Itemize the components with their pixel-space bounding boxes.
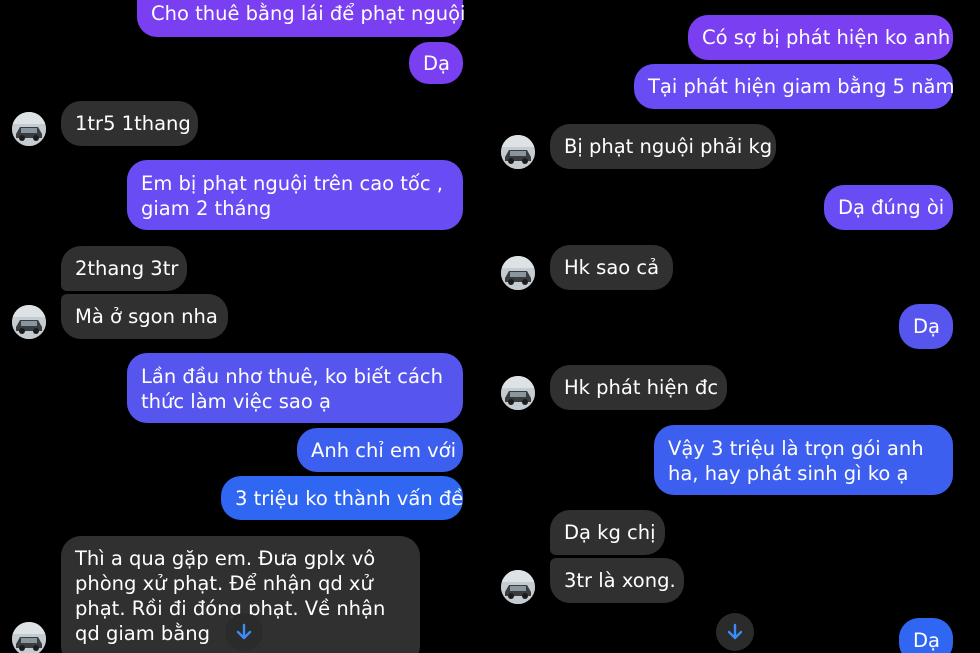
car-avatar-icon[interactable] <box>12 112 46 146</box>
car-avatar-icon[interactable] <box>12 305 46 339</box>
incoming-message[interactable]: 3tr là xong. <box>550 558 684 603</box>
message-text: Dạ <box>423 51 450 75</box>
message-text: Cho thuê bằng lái để phạt nguội <box>151 2 466 25</box>
outgoing-message[interactable]: Dạ đúng òi <box>824 185 953 230</box>
incoming-message[interactable]: 1tr5 1thang <box>61 101 198 146</box>
message-text: Có sợ bị phát hiện ko anh <box>702 26 951 49</box>
message-text: Hk sao cả <box>564 256 660 279</box>
outgoing-message[interactable]: Lần đầu nhơ thuê, ko biết cách thức làm … <box>127 353 463 423</box>
car-avatar-icon[interactable] <box>501 376 535 410</box>
message-text: Lần đầu nhơ thuê, ko biết cách thức làm … <box>141 365 443 413</box>
message-text: Dạ kg chị <box>564 521 656 544</box>
message-text: Anh chỉ em với <box>311 438 457 462</box>
message-text: Em bị phạt nguội trên cao tốc , giam 2 t… <box>141 172 443 220</box>
message-text: 3 triệu ko thành vấn đề <box>235 486 464 510</box>
arrow-down-icon <box>727 623 743 640</box>
outgoing-message[interactable]: Có sợ bị phát hiện ko anh <box>688 15 953 60</box>
scroll-to-bottom-button[interactable] <box>716 613 754 651</box>
outgoing-message[interactable]: Vậy 3 triệu là trọn gói anh ha, hay phát… <box>654 425 953 495</box>
car-avatar-icon[interactable] <box>501 256 535 290</box>
incoming-message[interactable]: 2thang 3tr <box>61 246 187 291</box>
message-text: Dạ <box>913 629 940 652</box>
message-text: Tại phát hiện giam bằng 5 năm <box>648 75 955 98</box>
outgoing-message[interactable]: Dạ <box>899 304 953 349</box>
message-text: Bị phạt nguội phải kg <box>564 135 773 158</box>
message-text: Dạ <box>913 315 940 338</box>
car-avatar-icon[interactable] <box>501 570 535 604</box>
outgoing-message[interactable]: Em bị phạt nguội trên cao tốc , giam 2 t… <box>127 160 463 230</box>
outgoing-message[interactable]: Cho thuê bằng lái để phạt nguội <box>137 0 466 37</box>
outgoing-message[interactable]: Anh chỉ em với <box>297 428 463 472</box>
message-text: Hk phát hiện đc <box>564 376 719 399</box>
outgoing-message[interactable]: 3 triệu ko thành vấn đề <box>221 476 463 520</box>
left-conversation-pane[interactable]: Cho thuê bằng lái để phạt nguội Dạ 1tr5 … <box>0 0 490 653</box>
car-avatar-icon[interactable] <box>501 135 535 169</box>
incoming-message[interactable]: Mà ở sgon nha <box>61 294 228 339</box>
incoming-message[interactable]: Hk sao cả <box>550 245 673 290</box>
message-text: 3tr là xong. <box>564 569 676 592</box>
incoming-message[interactable]: Bị phạt nguội phải kg <box>550 124 776 169</box>
message-text: 2thang 3tr <box>75 257 179 280</box>
outgoing-message[interactable]: Dạ <box>409 42 463 84</box>
right-conversation-pane[interactable]: Có sợ bị phát hiện ko anh Tại phát hiện … <box>490 0 980 653</box>
message-text: Dạ đúng òi <box>838 196 945 219</box>
arrow-down-icon <box>236 623 252 640</box>
outgoing-message[interactable]: Tại phát hiện giam bằng 5 năm <box>634 64 955 109</box>
message-text: Mà ở sgon nha <box>75 305 218 328</box>
scroll-to-bottom-button[interactable] <box>225 613 263 651</box>
incoming-message[interactable]: Hk phát hiện đc <box>550 365 727 410</box>
message-text: 1tr5 1thang <box>75 112 191 135</box>
outgoing-message[interactable]: Dạ <box>899 618 953 653</box>
incoming-message[interactable]: Dạ kg chị <box>550 510 665 555</box>
message-text: Vậy 3 triệu là trọn gói anh ha, hay phát… <box>668 437 924 485</box>
car-avatar-icon[interactable] <box>12 622 46 653</box>
